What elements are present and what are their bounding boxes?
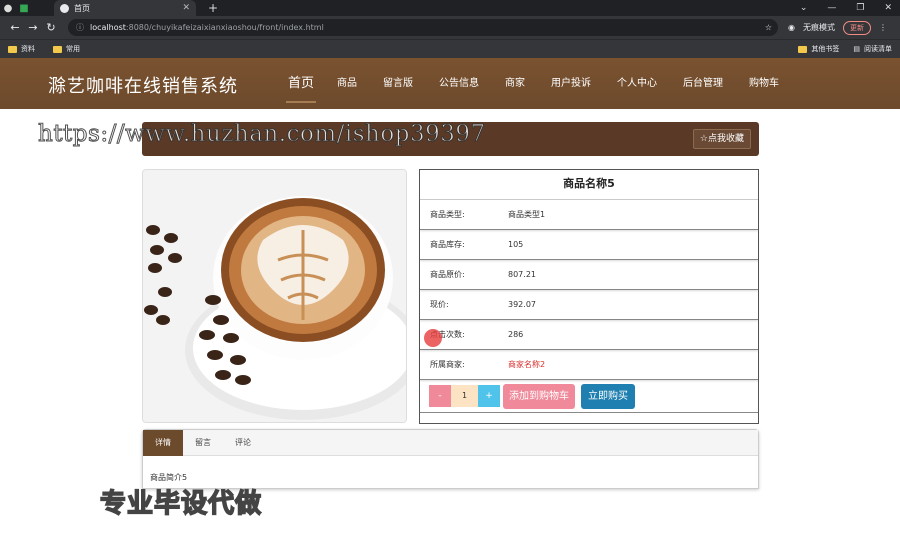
nav-cart[interactable]: 购物车: [736, 58, 792, 109]
new-tab-icon[interactable]: +: [208, 0, 218, 16]
click-indicator: [424, 329, 442, 347]
restore-icon[interactable]: ❐: [856, 0, 864, 16]
nav-merchants[interactable]: 商家: [492, 58, 538, 109]
detail-tabs: 详情 留言 评论 商品简介5: [142, 429, 759, 489]
more-icon[interactable]: ⋮: [879, 23, 887, 32]
star-icon[interactable]: ☆: [765, 23, 772, 32]
qty-minus-button[interactable]: -: [429, 385, 451, 407]
bookmark-folder-2[interactable]: 常用: [53, 44, 80, 54]
main-nav: 首页 商品 留言版 公告信息 商家 用户投诉 个人中心 后台管理 购物车: [278, 58, 792, 109]
qty-plus-button[interactable]: +: [478, 385, 500, 407]
add-to-cart-button[interactable]: 添加到购物车: [503, 383, 575, 409]
folder-icon: [8, 45, 17, 53]
nav-products[interactable]: 商品: [324, 58, 370, 109]
product-info-panel: 商品名称5 商品类型: 商品类型1 商品库存: 105 商品原价: 807.21…: [419, 169, 759, 424]
info-row-type: 商品类型: 商品类型1: [420, 200, 758, 230]
url-path: :8080/chuyikafeizaixianxiaoshou/front/in…: [125, 23, 324, 32]
other-bookmarks[interactable]: 其他书签: [798, 40, 839, 59]
purchase-actions: - 1 + 添加到购物车 立即购买: [420, 380, 758, 413]
info-row-clicks: 点击次数: 286: [420, 320, 758, 350]
url-input[interactable]: ⓘ localhost :8080/chuyikafeizaixianxiaos…: [68, 19, 778, 36]
reading-list[interactable]: ▤ 阅读清单: [853, 40, 892, 59]
info-row-stock: 商品库存: 105: [420, 230, 758, 260]
tab-title: 首页: [74, 3, 90, 13]
forward-icon[interactable]: →: [24, 21, 42, 34]
site-brand: 滁艺咖啡在线销售系统: [48, 76, 238, 97]
incognito-icon: ◉: [788, 23, 795, 32]
tab-messages[interactable]: 留言: [183, 430, 223, 456]
favorite-button[interactable]: ☆点我收藏: [692, 129, 751, 149]
close-window-icon[interactable]: ✕: [884, 0, 892, 16]
info-row-merchant: 所属商家: 商家名称2: [420, 350, 758, 380]
tab-comments[interactable]: 评论: [223, 430, 263, 456]
coffee-cup-image: [143, 170, 406, 422]
nav-announcements[interactable]: 公告信息: [426, 58, 492, 109]
nav-profile[interactable]: 个人中心: [604, 58, 670, 109]
browser-menu-icon[interactable]: ●: [0, 0, 16, 16]
merchant-link[interactable]: 商家名称2: [508, 359, 758, 370]
nav-home[interactable]: 首页: [278, 58, 324, 109]
close-icon[interactable]: ✕: [182, 3, 190, 13]
folder-icon: [53, 45, 62, 53]
sheets-tab-icon[interactable]: ■: [16, 0, 32, 16]
info-row-current-price: 现价: 392.07: [420, 290, 758, 320]
nav-messages[interactable]: 留言版: [370, 58, 426, 109]
globe-icon: [60, 3, 69, 13]
reload-icon[interactable]: ↻: [42, 21, 60, 34]
product-description: 商品简介5: [150, 473, 188, 482]
info-row-original-price: 商品原价: 807.21: [420, 260, 758, 290]
url-host: localhost: [90, 23, 126, 32]
product-title: 商品名称5: [420, 170, 758, 200]
site-header: 滁艺咖啡在线销售系统 首页 商品 留言版 公告信息 商家 用户投诉 个人中心 后…: [0, 58, 900, 109]
back-icon[interactable]: ←: [6, 21, 24, 34]
reading-list-icon: ▤: [853, 45, 860, 53]
bookmarks-bar: 资料 常用 其他书签 ▤ 阅读清单: [0, 39, 900, 58]
bookmark-folder-1[interactable]: 资料: [8, 44, 35, 54]
tab-details[interactable]: 详情: [143, 430, 183, 456]
nav-complaints[interactable]: 用户投诉: [538, 58, 604, 109]
watermark-text: 专业毕设代做: [99, 488, 263, 520]
chevron-down-icon[interactable]: ⌄: [800, 0, 808, 16]
window-controls: ⌄ — ❐ ✕: [800, 0, 892, 16]
product-image: [142, 169, 407, 423]
watermark-url: https://www.huzhan.com/ishop39397: [38, 121, 486, 148]
browser-tabbar: ● ■ 首页 ✕ + ⌄ — ❐ ✕: [0, 0, 900, 16]
info-icon[interactable]: ⓘ: [76, 22, 84, 33]
tabs-header: 详情 留言 评论: [143, 430, 758, 456]
update-button[interactable]: 更新: [842, 20, 871, 35]
address-bar-row: ← → ↻ ⓘ localhost :8080/chuyikafeizaixia…: [0, 16, 900, 39]
incognito-label: 无痕模式: [802, 23, 835, 32]
nav-admin[interactable]: 后台管理: [670, 58, 736, 109]
qty-input[interactable]: 1: [451, 385, 478, 407]
browser-tab-active[interactable]: 首页 ✕: [54, 0, 196, 16]
minimize-icon[interactable]: —: [827, 0, 836, 16]
main-content: ☆点我收藏 https://www.huzhan.com/ishop39397: [0, 109, 900, 540]
folder-icon: [798, 46, 808, 53]
buy-now-button[interactable]: 立即购买: [581, 383, 635, 409]
